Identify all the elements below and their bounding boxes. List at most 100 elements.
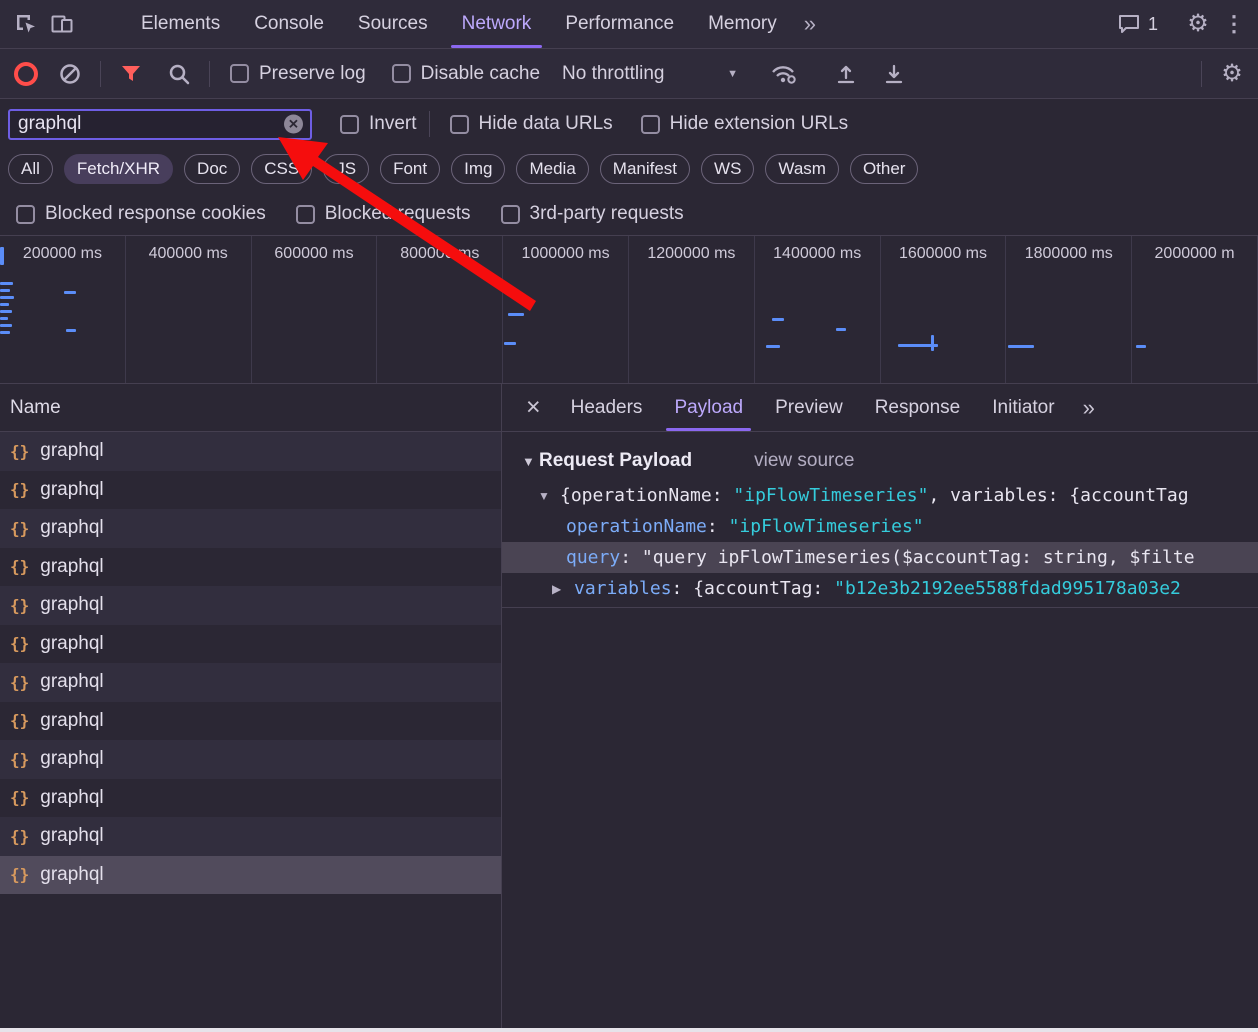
tab-preview[interactable]: Preview [759,384,859,431]
export-har-button[interactable] [876,56,912,92]
checkbox-blocked-response-cookies[interactable]: Blocked response cookies [16,203,266,225]
preserve-log-checkbox[interactable]: Preserve log [230,63,366,85]
filter-input[interactable] [8,108,312,140]
checkbox-icon [16,204,35,224]
inspect-element-button[interactable] [8,6,44,42]
table-row[interactable]: {} graphql [0,432,501,471]
payload-line[interactable]: operationName: "ipFlowTimeseries" [502,511,1258,542]
chip-doc[interactable]: Doc [184,154,241,184]
hide-extension-urls-checkbox[interactable]: Hide extension URLs [640,113,848,135]
more-detail-tabs-button[interactable]: » [1083,395,1095,421]
chip-other[interactable]: Other [849,154,919,184]
table-row[interactable]: {} graphql [0,817,501,856]
hide-data-urls-checkbox[interactable]: Hide data URLs [449,113,613,135]
settings-button[interactable]: ⚙ [1180,6,1216,42]
requests-list: {} graphql {} graphql {} graphql {} graphql {} gr… [0,432,501,894]
table-row[interactable]: {} graphql [0,548,501,587]
clear-filter-icon[interactable]: ✕ [284,114,303,134]
payload-line[interactable]: query: "query ipFlowTimeseries($accountT… [502,542,1258,573]
checkbox-blocked-requests[interactable]: Blocked requests [295,203,471,225]
table-row[interactable]: {} graphql [0,625,501,664]
more-tabs-button[interactable]: » [794,11,826,37]
search-network-button[interactable] [161,56,197,92]
network-conditions-button[interactable] [766,56,802,92]
request-mark [0,303,9,306]
import-har-button[interactable] [828,56,864,92]
expand-arrow-icon[interactable]: ▶ [552,582,574,596]
network-overview-timeline[interactable]: 200000 ms 400000 ms 600000 ms 800000 ms 1000… [0,235,1258,384]
filter-toggle-button[interactable] [113,56,149,92]
device-toolbar-button[interactable] [44,6,80,42]
timeline-column: 1200000 ms [629,236,755,383]
tab-elements[interactable]: Elements [124,0,237,48]
tab-console[interactable]: Console [237,0,341,48]
request-mark [836,328,846,331]
chip-media[interactable]: Media [516,154,589,184]
invert-checkbox[interactable]: Invert [340,113,417,135]
checkbox-3rd-party-requests[interactable]: 3rd-party requests [500,203,684,225]
timeline-column: 600000 ms [252,236,378,383]
console-messages-button[interactable]: 1 [1118,14,1158,35]
request-name: graphql [40,632,104,654]
network-conditions-icon [772,65,796,84]
collapse-triangle-icon[interactable]: ▼ [522,454,539,469]
blocked-filters-row: Blocked response cookies Blocked requests… [0,193,1258,235]
chip-manifest[interactable]: Manifest [599,154,691,184]
tab-headers[interactable]: Headers [555,384,659,431]
payload-text: "ipFlowTimeseries" [733,485,929,506]
payload-text: "b12e3b2192ee5588fdad995178a03e2 [834,578,1181,599]
tab-performance[interactable]: Performance [548,0,691,48]
record-network-log-button[interactable] [8,56,44,92]
tab-initiator[interactable]: Initiator [976,384,1070,431]
payload-text: : [706,516,729,537]
request-mark [66,329,76,332]
table-row[interactable]: {} graphql [0,509,501,548]
chip-css[interactable]: CSS [251,154,313,184]
request-name: graphql [40,517,104,539]
chip-all[interactable]: All [8,154,53,184]
timeline-column: 1800000 ms [1006,236,1133,383]
toolbar-divider [1201,60,1202,87]
payload-line[interactable]: ▼ {operationName: "ipFlowTimeseries", var… [502,480,1258,511]
chip-img[interactable]: Img [451,154,506,184]
name-column-header[interactable]: Name [0,384,501,432]
tab-network[interactable]: Network [445,0,549,48]
tab-response[interactable]: Response [859,384,977,431]
timeline-label: 1200000 ms [647,245,736,262]
timeline-column: 200000 ms [0,236,126,383]
request-name: graphql [40,786,104,808]
table-row[interactable]: {} graphql [0,471,501,510]
close-panel-button[interactable]: × [512,393,555,422]
disable-cache-checkbox[interactable]: Disable cache [391,63,540,85]
throttling-select[interactable]: No throttling ▼ [562,63,738,85]
clear-network-log-button[interactable] [52,56,88,92]
payload-tree: ▼ {operationName: "ipFlowTimeseries", var… [502,480,1258,604]
tab-payload[interactable]: Payload [658,384,759,431]
request-mark [508,313,524,316]
checkbox-icon [340,114,359,134]
table-row[interactable]: {} graphql [0,586,501,625]
table-row[interactable]: {} graphql [0,663,501,702]
chip-ws[interactable]: WS [701,154,755,184]
payload-text: : {accountTag: [671,578,835,599]
table-row[interactable]: {} graphql [0,702,501,741]
toolbar-divider [209,60,210,87]
table-row[interactable]: {} graphql [0,740,501,779]
tab-memory[interactable]: Memory [691,0,794,48]
timeline-label: 600000 ms [274,245,354,262]
table-row[interactable]: {} graphql [0,855,501,894]
network-settings-button[interactable]: ⚙ [1214,56,1250,92]
request-mark [0,324,12,327]
view-source-link[interactable]: view source [754,450,854,472]
chip-font[interactable]: Font [380,154,441,184]
request-mark [0,289,10,292]
payload-line[interactable]: ▶ variables: {accountTag: "b12e3b2192ee55… [502,573,1258,604]
timeline-column: 1000000 ms [503,236,629,383]
table-row[interactable]: {} graphql [0,779,501,818]
customize-devtools-menu-button[interactable]: ⋮ [1216,6,1252,42]
chip-wasm[interactable]: Wasm [765,154,839,184]
tab-sources[interactable]: Sources [341,0,445,48]
chip-fetch-xhr[interactable]: Fetch/XHR [63,154,174,184]
expand-arrow-icon[interactable]: ▼ [538,489,560,503]
chip-js[interactable]: JS [323,154,370,184]
